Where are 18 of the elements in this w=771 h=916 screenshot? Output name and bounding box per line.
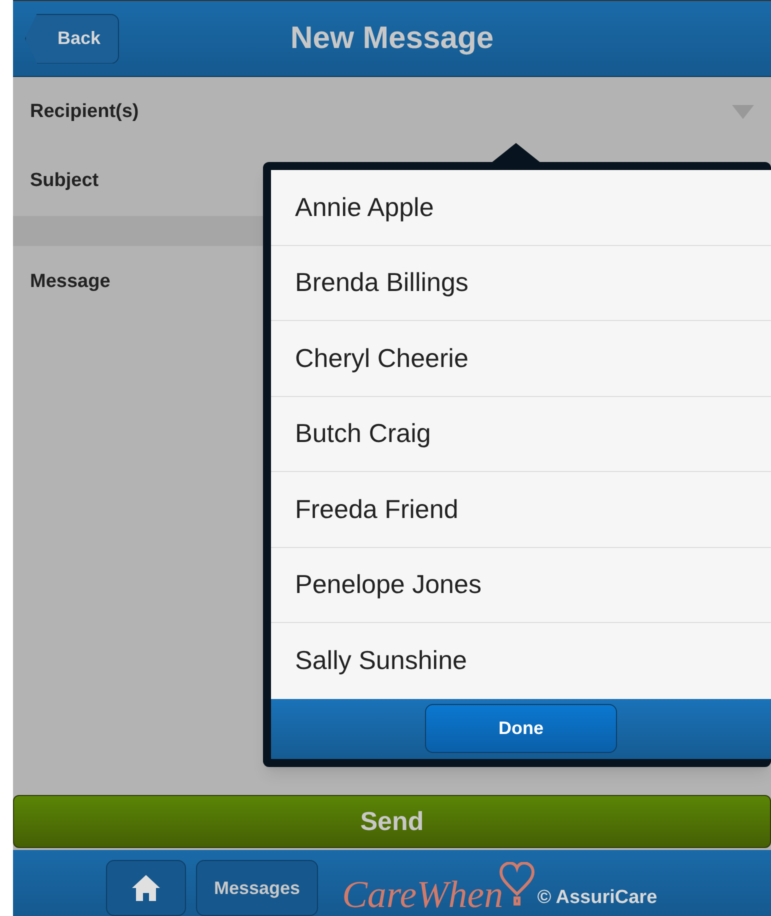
field-label: Recipient(s): [30, 100, 139, 124]
done-button[interactable]: Done: [425, 704, 617, 754]
recipient-option[interactable]: Annie Apple: [271, 170, 771, 246]
recipient-option[interactable]: Cheryl Cheerie: [271, 321, 771, 396]
messages-button[interactable]: Messages: [196, 860, 318, 916]
home-button[interactable]: [106, 860, 186, 916]
recipient-option[interactable]: Sally Sunshine: [271, 623, 771, 698]
recipient-option[interactable]: Freeda Friend: [271, 472, 771, 548]
logo-text: CareWhen: [342, 876, 504, 914]
recipient-option[interactable]: Butch Craig: [271, 396, 771, 472]
field-label: Subject: [30, 169, 99, 194]
back-button[interactable]: Back: [25, 14, 119, 64]
field-label: Message: [30, 271, 110, 292]
recipient-option[interactable]: Penelope Jones: [271, 548, 771, 623]
copyright-text: © AssuriCare: [537, 886, 658, 910]
recipient-option[interactable]: Brenda Billings: [271, 246, 771, 321]
page-title: New Message: [290, 19, 494, 58]
home-icon: [131, 874, 161, 902]
